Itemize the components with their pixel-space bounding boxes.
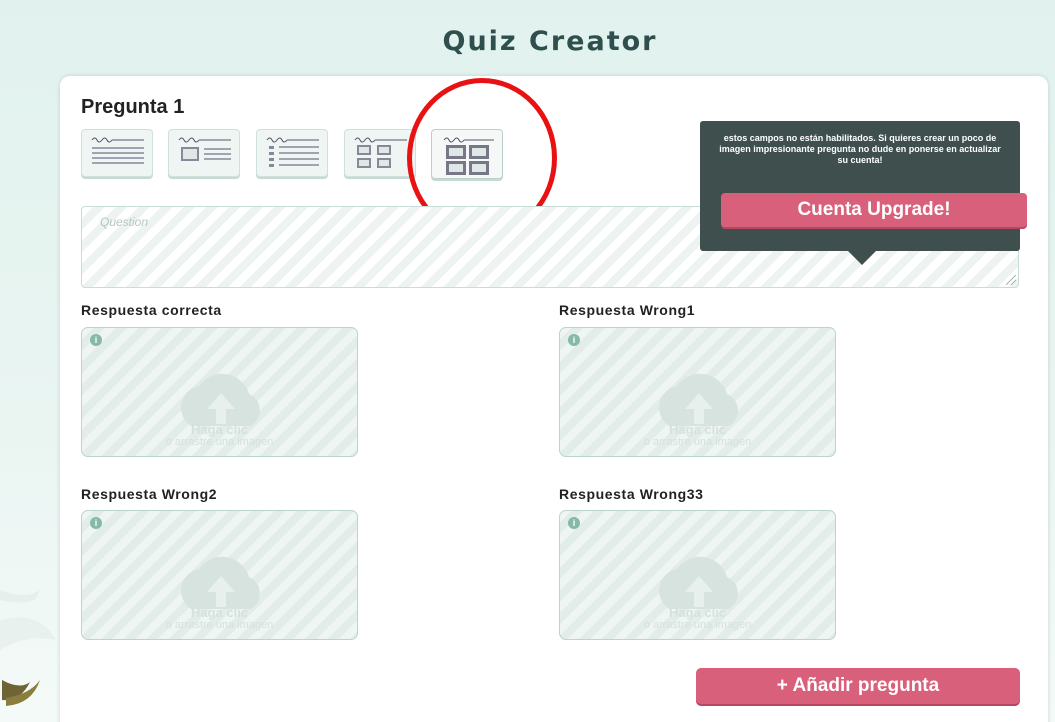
question-title: Pregunta 1 [81, 96, 185, 118]
question-placeholder: Question [100, 215, 149, 229]
tooltip-arrow [848, 251, 876, 265]
add-question-button[interactable]: + Añadir pregunta [696, 668, 1020, 704]
upload-title: Haga clic [668, 422, 727, 437]
image-dropzone-wrong33[interactable]: i Haga clic o arrastre una imagen [559, 510, 836, 640]
image-dropzone-wrong1[interactable]: i Haga clic o arrastre una imagen [559, 327, 836, 457]
resize-handle-icon[interactable] [1006, 275, 1016, 285]
info-icon[interactable]: i [90, 517, 102, 529]
info-icon[interactable]: i [568, 334, 580, 346]
upload-subtitle: o arrastre una imagen [165, 619, 274, 631]
upload-title: Haga clic [190, 605, 249, 620]
upload-subtitle: o arrastre una imagen [165, 436, 274, 448]
question-type-text-only[interactable] [81, 129, 153, 177]
text-only-icon [91, 137, 144, 164]
answer-label-correct: Respuesta correcta [81, 302, 222, 318]
cloud-upload-icon [659, 373, 738, 426]
upgrade-tooltip: estos campos no están habilitados. Si qu… [700, 121, 1020, 265]
question-type-image-and-text[interactable] [168, 129, 240, 177]
answer-label-wrong2: Respuesta Wrong2 [81, 486, 218, 502]
answer-label-wrong1: Respuesta Wrong1 [559, 302, 696, 318]
info-icon[interactable]: i [90, 334, 102, 346]
image-dropzone-wrong2[interactable]: i Haga clic o arrastre una imagen [81, 510, 358, 640]
image-dropzone-correct[interactable]: i Haga clic o arrastre una imagen [81, 327, 358, 457]
leaf-decoration-icon [0, 590, 56, 706]
question-type-list[interactable] [256, 129, 328, 177]
upload-subtitle: o arrastre una imagen [643, 619, 752, 631]
cloud-upload-icon [659, 556, 738, 609]
app-title: Quiz Creator [442, 26, 658, 57]
image-text-icon [178, 137, 231, 161]
info-icon[interactable]: i [568, 517, 580, 529]
cloud-upload-icon [181, 373, 260, 426]
upload-subtitle: o arrastre una imagen [643, 436, 752, 448]
upgrade-account-button[interactable]: Cuenta Upgrade! [721, 193, 1027, 227]
question-type-image-answers-small[interactable] [344, 129, 416, 177]
list-icon [266, 137, 319, 167]
upload-title: Haga clic [190, 422, 249, 437]
answer-label-wrong33: Respuesta Wrong33 [559, 486, 704, 502]
upload-title: Haga clic [668, 605, 727, 620]
tooltip-message: estos campos no están habilitados. Si qu… [719, 133, 1001, 165]
cloud-upload-icon [181, 556, 260, 609]
